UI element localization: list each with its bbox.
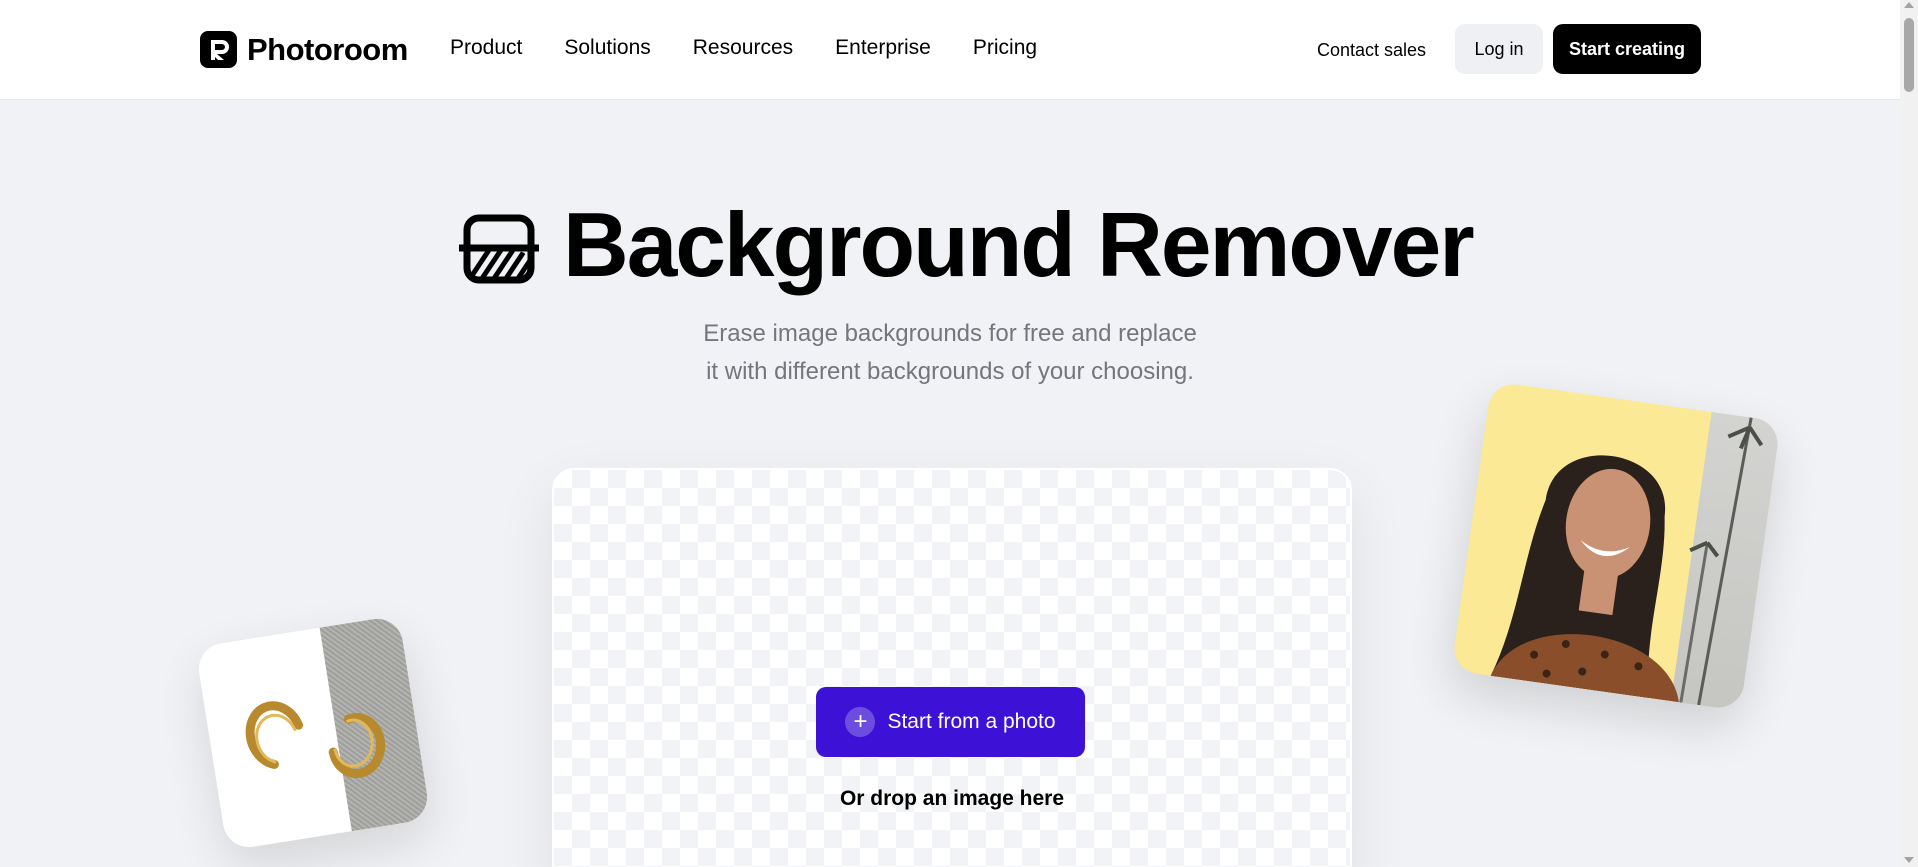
contact-sales-link[interactable]: Contact sales	[1317, 40, 1426, 61]
page-scrollbar[interactable]	[1900, 0, 1918, 867]
scroll-up-arrow-icon[interactable]	[1904, 2, 1914, 8]
start-creating-button[interactable]: Start creating	[1553, 24, 1701, 74]
page-title: Background Remover	[563, 195, 1475, 296]
start-from-photo-button[interactable]: + Start from a photo	[816, 687, 1085, 757]
subtitle-line-1: Erase image backgrounds for free and rep…	[703, 320, 1197, 347]
gold-earrings-icon	[245, 701, 386, 778]
drop-image-hint: Or drop an image here	[839, 787, 1065, 810]
woman-sample-photo	[1451, 381, 1781, 711]
nav-solutions[interactable]: Solutions	[564, 36, 650, 60]
nav-enterprise[interactable]: Enterprise	[835, 36, 931, 60]
photoroom-logo-icon	[200, 31, 237, 68]
upload-button-label: Start from a photo	[887, 710, 1056, 733]
nav-product[interactable]: Product	[450, 36, 522, 60]
nav-pricing[interactable]: Pricing	[973, 36, 1037, 60]
logo-text: Photoroom	[247, 31, 408, 67]
log-in-button[interactable]: Log in	[1455, 24, 1543, 74]
plus-icon: +	[845, 707, 876, 737]
subtitle-line-2: it with different backgrounds of your ch…	[706, 358, 1194, 385]
smiling-woman-icon	[1490, 417, 1764, 706]
page-subtitle: Erase image backgrounds for free and rep…	[650, 315, 1250, 391]
main-nav: Product Solutions Resources Enterprise P…	[450, 36, 1079, 60]
top-nav-bar: Photoroom Product Solutions Resources En…	[0, 0, 1900, 100]
earrings-sample-photo	[195, 615, 431, 851]
scrollbar-thumb[interactable]	[1904, 18, 1914, 92]
nav-resources[interactable]: Resources	[693, 36, 793, 60]
scroll-down-arrow-icon[interactable]	[1904, 857, 1914, 863]
background-remover-icon	[459, 214, 539, 289]
photoroom-logo[interactable]: Photoroom	[200, 31, 408, 68]
